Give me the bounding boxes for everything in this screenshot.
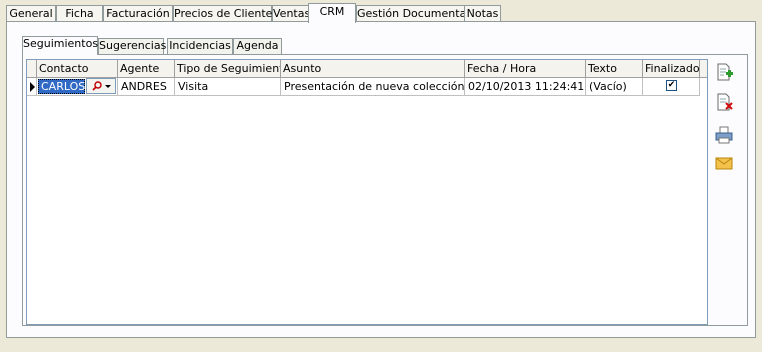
tab-agenda[interactable]: Agenda <box>233 38 282 54</box>
delete-document-icon[interactable] <box>714 92 734 112</box>
tab-ficha[interactable]: Ficha <box>56 5 103 22</box>
table-row-cell-finalizado[interactable]: ✔ <box>643 78 700 96</box>
column-header-contacto[interactable]: Contacto <box>37 60 118 78</box>
add-document-icon[interactable] <box>714 62 734 82</box>
header-filler <box>700 60 707 78</box>
row-selector[interactable] <box>27 78 37 96</box>
column-header-fecha[interactable]: Fecha / Hora <box>465 60 586 78</box>
tab-sugerencias[interactable]: Sugerencias <box>98 38 166 54</box>
contacto-lookup-button[interactable] <box>86 78 116 94</box>
tab-general[interactable]: General <box>6 5 56 22</box>
finalizado-checkbox[interactable]: ✔ <box>666 80 677 91</box>
column-header-agente[interactable]: Agente <box>118 60 175 78</box>
tab-ventas[interactable]: Ventas <box>272 5 310 22</box>
table-row-cell-tipo[interactable]: Visita <box>175 78 281 96</box>
current-row-arrow-icon <box>30 82 35 92</box>
email-icon[interactable] <box>714 153 734 173</box>
tab-seguimientos[interactable]: Seguimientos <box>22 36 98 55</box>
column-header-texto[interactable]: Texto <box>586 60 643 78</box>
print-icon[interactable] <box>714 125 734 145</box>
table-row-cell-asunto[interactable]: Presentación de nueva colección <box>281 78 465 96</box>
column-header-tipo[interactable]: Tipo de Seguimiento <box>175 60 281 78</box>
contacto-editor[interactable]: CARLOS <box>38 79 85 94</box>
table-row-cell-agente[interactable]: ANDRES <box>118 78 175 96</box>
seguimientos-grid[interactable]: Contacto Agente Tipo de Seguimiento Asun… <box>26 59 708 325</box>
tab-gestion-documental[interactable]: Gestión Documental <box>356 5 469 22</box>
tab-incidencias[interactable]: Incidencias <box>167 38 233 54</box>
column-header-finalizado[interactable]: Finalizado <box>643 60 700 78</box>
tab-notas[interactable]: Notas <box>464 5 501 22</box>
row-indicator-header <box>27 60 37 78</box>
column-header-asunto[interactable]: Asunto <box>281 60 465 78</box>
tab-precios-cliente[interactable]: Precios de Cliente <box>173 5 272 22</box>
table-row-cell-contacto[interactable]: CARLOS <box>37 78 118 96</box>
search-icon <box>92 81 111 91</box>
tab-crm[interactable]: CRM <box>308 3 356 23</box>
table-row-cell-fecha[interactable]: 02/10/2013 11:24:41 <box>465 78 586 96</box>
table-row-cell-texto[interactable]: (Vacío) <box>586 78 643 96</box>
tab-facturacion[interactable]: Facturación <box>103 5 173 22</box>
